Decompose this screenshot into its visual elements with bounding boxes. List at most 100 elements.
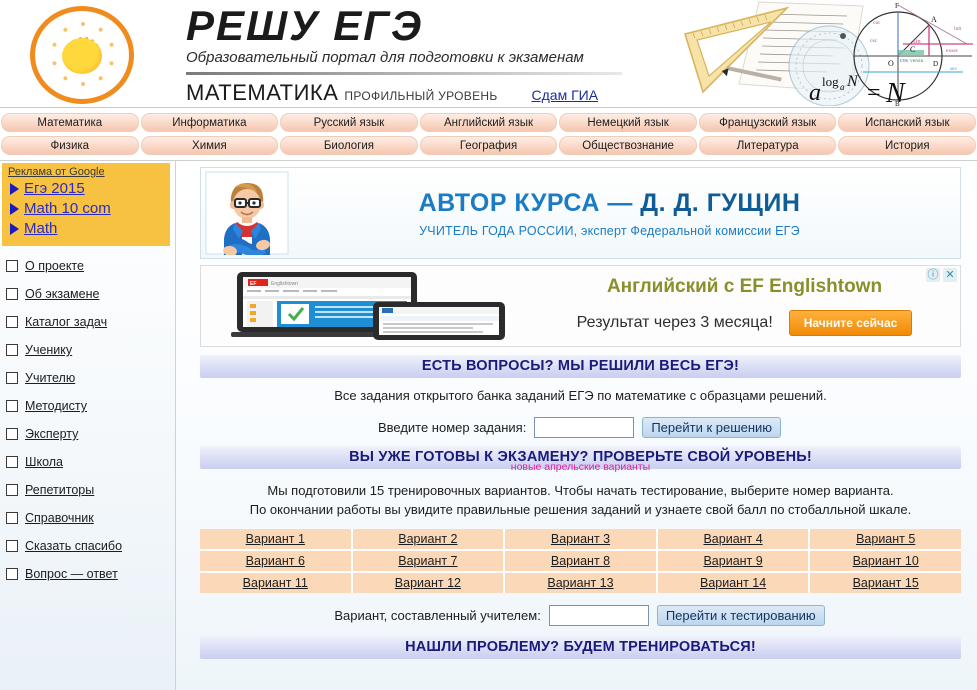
nav-tab-12[interactable]: Обществознание — [559, 136, 697, 155]
teacher-variant-input[interactable] — [548, 605, 649, 626]
checkbox-icon — [6, 568, 18, 580]
checkbox-icon — [6, 428, 18, 440]
ad-close-icon[interactable]: ✕ — [943, 268, 957, 282]
sidebar-item-label: Вопрос — ответ — [25, 567, 118, 581]
sidebar-ad-link-3[interactable]: Math — [10, 220, 164, 237]
sidebar-ad-label: Егэ 2015 — [24, 180, 85, 197]
nav-tab-2[interactable]: Информатика — [140, 113, 279, 132]
nav-tab-1[interactable]: Математика — [1, 113, 139, 132]
sidebar-item-faq[interactable]: Вопрос — ответ — [6, 560, 175, 588]
sidebar-ad-link-1[interactable]: Егэ 2015 — [10, 180, 164, 197]
sidebar-menu: О проекте Об экзамене Каталог задач Ученику… — [0, 252, 175, 588]
variant-link-4[interactable]: Вариант 4 — [657, 529, 809, 549]
subject-level: ПРОФИЛЬНЫЙ УРОВЕНЬ — [344, 89, 498, 103]
variant-link-9[interactable]: Вариант 9 — [657, 551, 809, 571]
google-ads-list: Егэ 2015 Math 10 com Math — [8, 180, 164, 237]
sidebar-item-handbook[interactable]: Справочник — [6, 504, 175, 532]
nav-tab-10[interactable]: Биология — [280, 136, 418, 155]
task-number-input[interactable] — [534, 417, 635, 438]
sidebar-item-teacher[interactable]: Учителю — [6, 364, 175, 392]
sidebar-item-thanks[interactable]: Сказать спасибо — [6, 532, 175, 560]
svg-text:Englishtown: Englishtown — [271, 281, 298, 287]
google-ads-title[interactable]: Реклама от Google — [8, 166, 164, 178]
subject-name: МАТЕМАТИКА — [186, 80, 339, 105]
logo-dot — [81, 82, 85, 86]
gia-link[interactable]: Сдам ГИА — [532, 87, 599, 103]
sidebar-item-catalog[interactable]: Каталог задач — [6, 308, 175, 336]
variant-link-11[interactable]: Вариант 11 — [200, 573, 351, 593]
ad-controls: ⓘ ✕ — [926, 268, 957, 282]
svg-text:A: A — [931, 15, 937, 24]
svg-text:versin: versin — [910, 58, 924, 64]
sidebar-item-tutors[interactable]: Репетиторы — [6, 476, 175, 504]
variant-link-3[interactable]: Вариант 3 — [505, 529, 656, 549]
checkbox-icon — [6, 456, 18, 468]
checkbox-icon — [6, 288, 18, 300]
sidebar-item-exam[interactable]: Об экзамене — [6, 280, 175, 308]
go-to-solution-button[interactable]: Перейти к решению — [642, 417, 782, 438]
sidebar-item-methodist[interactable]: Методисту — [6, 392, 175, 420]
nav-tab-9[interactable]: Химия — [140, 136, 279, 155]
svg-text:F: F — [895, 2, 899, 10]
logo-dot — [81, 22, 85, 26]
teacher-variant-form: Вариант, составленный учителем: Перейти … — [190, 605, 969, 626]
author-banner[interactable]: АВТОР КУРСА — Д. Д. ГУЩИН УЧИТЕЛЬ ГОДА Р… — [200, 167, 961, 259]
nav-tab-11[interactable]: География — [419, 136, 558, 155]
subject-line: МАТЕМАТИКА ПРОФИЛЬНЫЙ УРОВЕНЬ Сдам ГИА — [186, 80, 626, 106]
author-title-name: Д. Д. ГУЩИН — [640, 188, 801, 217]
nav-tab-7[interactable]: Испанский язык — [838, 113, 977, 132]
variant-link-2[interactable]: Вариант 2 — [352, 529, 504, 549]
section-header-problem-label: НАШЛИ ПРОБЛЕМУ? БУДЕМ ТРЕНИРОВАТЬСЯ! — [405, 639, 756, 655]
ad-info-icon[interactable]: ⓘ — [926, 268, 940, 282]
sidebar-item-label: Об экзамене — [25, 287, 100, 301]
variant-link-14[interactable]: Вариант 14 — [657, 573, 809, 593]
sidebar-item-expert[interactable]: Эксперту — [6, 420, 175, 448]
sidebar-item-about[interactable]: О проекте — [6, 252, 175, 280]
nav-tab-14[interactable]: История — [838, 136, 977, 155]
nav-tab-3[interactable]: Русский язык — [280, 113, 418, 132]
variant-link-6[interactable]: Вариант 6 — [200, 551, 351, 571]
variant-link-12[interactable]: Вариант 12 — [352, 573, 504, 593]
author-text-block: АВТОР КУРСА — Д. Д. ГУЩИН УЧИТЕЛЬ ГОДА Р… — [289, 189, 960, 238]
variant-link-15[interactable]: Вариант 15 — [810, 573, 961, 593]
sidebar-item-label: Школа — [25, 455, 63, 469]
sidebar-ad-link-2[interactable]: Math 10 com — [10, 200, 164, 217]
svg-text:N: N — [846, 73, 859, 90]
nav-tab-8[interactable]: Физика — [1, 136, 139, 155]
subject-nav-row-2: Физика Химия Биология География Обществознан… — [0, 134, 977, 157]
nav-tab-4[interactable]: Английский язык — [419, 113, 558, 132]
variant-link-5[interactable]: Вариант 5 — [810, 529, 961, 549]
triangle-bullet-icon — [10, 222, 19, 235]
section-header-level: ВЫ УЖЕ ГОТОВЫ К ЭКЗАМЕНУ? ПРОВЕРЬТЕ СВОЙ… — [200, 446, 961, 473]
nav-tab-5[interactable]: Немецкий язык — [559, 113, 697, 132]
sidebar-item-student[interactable]: Ученику — [6, 336, 175, 364]
subject-nav: Математика Информатика Русский язык Английс… — [0, 108, 977, 161]
svg-text:a: a — [840, 82, 845, 92]
ad-cta-button[interactable]: Начните сейчас — [788, 310, 913, 336]
variant-link-10[interactable]: Вариант 10 — [810, 551, 961, 571]
sidebar-item-label: Эксперту — [25, 427, 79, 441]
ad-banner-englishtown[interactable]: EF Englishtown Английский с EF Englishto… — [200, 265, 961, 347]
go-to-testing-button[interactable]: Перейти к тестированию — [656, 605, 825, 626]
sidebar-item-label: Сказать спасибо — [25, 539, 123, 553]
variant-link-8[interactable]: Вариант 8 — [505, 551, 656, 571]
laptop-tablet-screenshot: EF Englishtown — [231, 272, 505, 340]
variant-link-13[interactable]: Вариант 13 — [505, 573, 656, 593]
triangle-bullet-icon — [10, 202, 19, 215]
sidebar-item-school[interactable]: Школа — [6, 448, 175, 476]
sidebar-item-label: Справочник — [25, 511, 94, 525]
svg-text:csc: csc — [870, 38, 878, 44]
main-content: АВТОР КУРСА — Д. Д. ГУЩИН УЧИТЕЛЬ ГОДА Р… — [176, 161, 977, 690]
nav-tab-6[interactable]: Французский язык — [698, 113, 837, 132]
teacher-avatar-icon — [205, 171, 289, 255]
variant-link-7[interactable]: Вариант 7 — [352, 551, 504, 571]
site-subtitle: Образовательный портал для подготовки к … — [186, 49, 584, 66]
ad-copy-block: Английский с EF Englishtown Результат че… — [523, 276, 960, 336]
checkbox-icon — [6, 484, 18, 496]
sidebar-item-label: Ученику — [25, 343, 73, 357]
svg-text:tan: tan — [954, 26, 961, 32]
nav-tab-13[interactable]: Литература — [698, 136, 837, 155]
svg-text:exsec: exsec — [946, 48, 959, 54]
sun-wheel-logo — [22, 4, 144, 104]
variant-link-1[interactable]: Вариант 1 — [200, 529, 351, 549]
